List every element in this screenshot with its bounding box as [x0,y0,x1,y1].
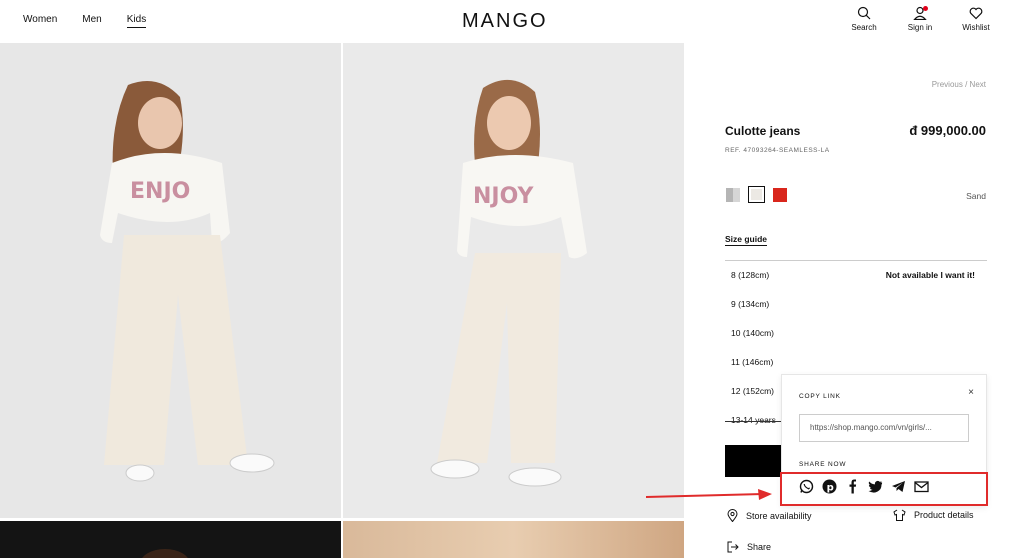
product-image-2[interactable]: NJOY [343,43,684,518]
nav-men[interactable]: Men [82,14,101,28]
sign-in-label: Sign in [907,23,933,32]
size-label: 11 (146cm) [731,357,774,367]
add-to-bag-button[interactable] [725,445,785,477]
product-name: Culotte jeans [725,124,801,138]
annotation-arrow-icon [646,489,772,500]
share-link[interactable]: Share [727,541,771,553]
product-photo-girl-looking-down: ENJO [0,43,341,518]
size-label: 10 (140cm) [731,328,774,338]
separator: / [965,80,968,89]
size-option[interactable]: 8 (128cm) Not available I want it! [731,270,979,299]
svg-text:p: p [827,483,834,494]
search-label: Search [851,23,877,32]
store-availability-link[interactable]: Store availability [727,509,812,522]
product-image-1[interactable]: ENJO [0,43,341,518]
nav-kids[interactable]: Kids [126,14,147,28]
store-availability-label: Store availability [746,510,812,521]
previous-link[interactable]: Previous [932,80,963,89]
shirt-icon [893,509,906,521]
product-image-3[interactable] [0,521,341,558]
swatch-grey[interactable] [726,187,740,202]
nav-women[interactable]: Women [23,14,57,28]
prev-next-nav: Previous / Next [932,80,986,89]
color-swatches [726,186,787,203]
search-button[interactable]: Search [836,6,892,32]
next-link[interactable]: Next [970,80,986,89]
share-now-label: SHARE NOW [799,461,847,468]
size-label: 8 (128cm) [731,270,770,280]
product-reference: REF. 47093264-SEAMLESS-LA [725,147,830,154]
share-icons-row: p [799,479,929,494]
product-price: đ 999,000.00 [909,123,986,138]
not-available-note[interactable]: Not available I want it! [886,270,975,280]
share-arrow-icon [727,541,739,553]
share-link-field[interactable]: https://shop.mango.com/vn/girls/... [799,414,969,442]
mango-logo[interactable]: MANGO [462,10,548,33]
divider [725,260,987,261]
wishlist-button[interactable]: Wishlist [948,6,1004,32]
color-name: Sand [966,191,986,201]
swatch-sand-selected[interactable] [748,186,765,203]
facebook-icon[interactable] [845,479,860,494]
size-guide-link[interactable]: Size guide [725,234,768,246]
size-label: 9 (134cm) [731,299,770,309]
size-label: 13-14 years [731,415,776,425]
product-image-4[interactable] [343,521,684,558]
close-icon[interactable]: × [968,387,974,398]
whatsapp-icon[interactable] [799,479,814,494]
location-pin-icon [727,509,738,522]
header-actions: Search Sign in Wishlist [836,6,1004,32]
swatch-sand-fill [751,189,762,200]
size-option[interactable]: 9 (134cm) [731,299,979,328]
svg-text:NJOY: NJOY [473,184,535,209]
notification-dot [923,6,928,11]
size-option[interactable]: 10 (140cm) [731,328,979,357]
search-icon [857,6,871,20]
wishlist-label: Wishlist [962,23,990,32]
twitter-icon[interactable] [868,479,883,494]
size-list-border [725,421,785,422]
size-label: 12 (152cm) [731,386,774,396]
product-details-label: Product details [914,510,974,520]
svg-text:ENJO: ENJO [130,179,190,204]
product-details-link[interactable]: Product details [893,509,974,521]
swatch-red[interactable] [773,187,787,202]
photo-detail [140,549,190,558]
copy-link-label: COPY LINK [799,393,841,400]
sign-in-button[interactable]: Sign in [892,6,948,32]
pinterest-icon[interactable]: p [822,479,837,494]
telegram-icon[interactable] [891,479,906,494]
email-icon[interactable] [914,479,929,494]
main-nav: Women Men Kids [23,14,171,28]
product-photo-girl-standing: NJOY [343,43,684,518]
heart-icon [969,7,983,20]
site-header: Women Men Kids MANGO Search Sign in Wish… [0,0,1024,43]
share-label: Share [747,542,772,552]
